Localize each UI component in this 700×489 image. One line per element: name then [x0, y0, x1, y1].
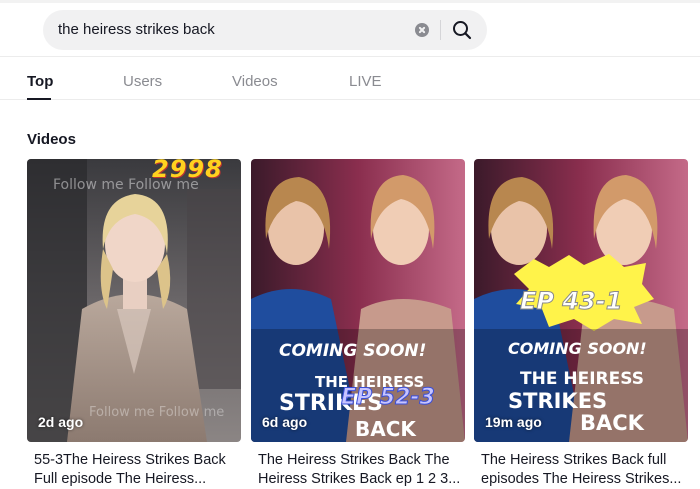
video-card[interactable]: EP 43-1 COMING SOON! THE HEIRESS STRIKES… [474, 159, 688, 487]
video-thumbnail[interactable]: EP 43-1 COMING SOON! THE HEIRESS STRIKES… [474, 159, 688, 442]
search-tabs: Top Users Videos LIVE [0, 58, 700, 100]
top-bar: the heiress strikes back [0, 0, 700, 57]
search-box[interactable]: the heiress strikes back [43, 10, 487, 50]
tab-users[interactable]: Users [123, 73, 162, 90]
active-tab-indicator [27, 98, 51, 100]
tab-top[interactable]: Top [27, 73, 53, 90]
video-age: 6d ago [262, 414, 308, 430]
tab-videos[interactable]: Videos [232, 73, 278, 90]
episode-label: EP 43-1 [519, 287, 623, 316]
video-title-line: 55-3The Heiress Strikes Back [34, 452, 226, 468]
search-input[interactable]: the heiress strikes back [58, 10, 215, 50]
clear-icon[interactable] [415, 23, 429, 37]
overlay-watermark: Follow me Follow me [53, 177, 199, 193]
coming-soon-banner: COMING SOON! [508, 339, 647, 358]
show-logo-line: BACK [355, 417, 416, 441]
episode-label: EP 52-3 [341, 385, 436, 411]
video-title[interactable]: The Heiress Strikes Back full episodes T… [481, 451, 691, 489]
coming-soon-banner: COMING SOON! [279, 341, 427, 361]
video-age: 19m ago [485, 414, 542, 430]
video-title-line: episodes The Heiress Strikes... [481, 471, 682, 487]
tab-live[interactable]: LIVE [349, 73, 382, 90]
search-icon[interactable] [448, 16, 476, 44]
video-title-line: Full episode The Heiress... [34, 471, 207, 487]
show-logo-line: THE HEIRESS [520, 369, 644, 389]
video-title-line: The Heiress Strikes Back full [481, 452, 667, 468]
video-age: 2d ago [38, 414, 84, 430]
video-card[interactable]: COMING SOON! THE HEIRESS STRIKES BACK EP… [251, 159, 465, 487]
overlay-watermark-bottom: Follow me Follow me [89, 405, 225, 420]
section-title: Videos [27, 131, 76, 148]
video-title-line: The Heiress Strikes Back The [258, 452, 450, 468]
show-logo-line: STRIKES [508, 389, 608, 413]
show-logo-line: BACK [580, 411, 644, 435]
video-title[interactable]: The Heiress Strikes Back The Heiress Str… [258, 451, 468, 489]
search-divider [440, 20, 441, 40]
video-title[interactable]: 55-3The Heiress Strikes Back Full episod… [34, 451, 244, 489]
video-thumbnail[interactable]: 2998 Follow me Follow me Follow me Follo… [27, 159, 241, 442]
video-thumbnail[interactable]: COMING SOON! THE HEIRESS STRIKES BACK EP… [251, 159, 465, 442]
top-border [0, 0, 700, 3]
video-title-line: Heiress Strikes Back ep 1 2 3... [258, 471, 461, 487]
video-card[interactable]: 2998 Follow me Follow me Follow me Follo… [27, 159, 241, 487]
